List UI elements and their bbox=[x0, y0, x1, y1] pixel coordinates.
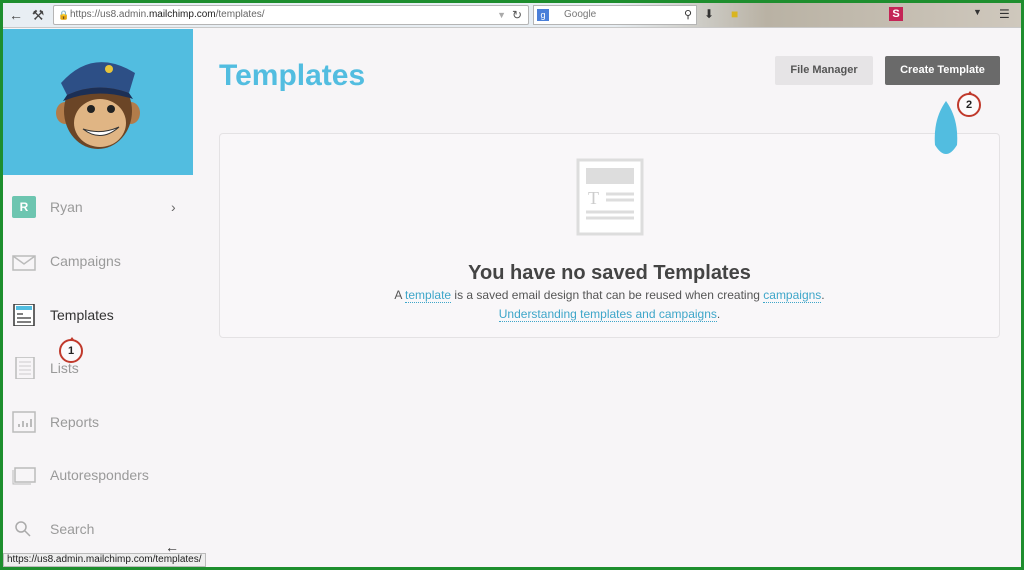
sidebar-item-lists[interactable]: Lists bbox=[3, 348, 193, 388]
lock-icon: 🔒 bbox=[58, 10, 70, 20]
template-link[interactable]: template bbox=[405, 288, 452, 303]
chevron-right-icon: › bbox=[171, 199, 176, 215]
reports-icon bbox=[12, 411, 36, 433]
sidebar-item-templates[interactable]: Templates bbox=[3, 295, 193, 335]
address-bar[interactable]: 🔒 https://us8.admin.mailchimp.com/templa… bbox=[53, 5, 529, 25]
wrench-icon[interactable]: ⚒ bbox=[29, 6, 47, 24]
campaigns-link[interactable]: campaigns bbox=[763, 288, 822, 303]
download-icon[interactable]: ⬇ bbox=[704, 7, 714, 21]
main-content: Templates File Manager Create Template T… bbox=[193, 29, 1021, 567]
help-line: Understanding templates and campaigns. bbox=[498, 307, 721, 322]
search-bar[interactable]: g Google ⚲ bbox=[533, 5, 697, 25]
status-bar: https://us8.admin.mailchimp.com/template… bbox=[3, 553, 206, 567]
page-title: Templates bbox=[219, 59, 366, 92]
sidebar-item-autoresponders[interactable]: Autoresponders bbox=[3, 455, 193, 495]
avatar: R bbox=[12, 196, 36, 218]
sidebar-item-campaigns[interactable]: Campaigns bbox=[3, 241, 193, 281]
empty-state-card: T You have no saved Templates A template… bbox=[219, 133, 1000, 338]
template-icon bbox=[13, 304, 35, 326]
create-template-button[interactable]: Create Template bbox=[885, 56, 1000, 85]
sidebar: R Ryan › Campaigns Templates Lists Repor… bbox=[3, 29, 193, 567]
envelope-icon bbox=[12, 255, 36, 271]
note-icon[interactable]: ■ bbox=[731, 7, 738, 21]
step-marker-2: 2 bbox=[957, 91, 981, 117]
empty-description: A template is a saved email design that … bbox=[394, 288, 825, 303]
template-placeholder-icon: T bbox=[576, 158, 644, 236]
dropdown-icon[interactable]: ▼ bbox=[497, 6, 506, 24]
lists-icon bbox=[15, 357, 35, 379]
empty-heading: You have no saved Templates bbox=[468, 262, 751, 284]
browser-window: ← ⚒ 🔒 https://us8.admin.mailchimp.com/te… bbox=[3, 3, 1021, 567]
mailchimp-logo[interactable] bbox=[3, 29, 193, 175]
sidebar-item-user[interactable]: R Ryan › bbox=[3, 187, 193, 227]
cursor-pointer-icon bbox=[934, 101, 958, 154]
search-icon bbox=[15, 521, 31, 537]
google-icon: g bbox=[537, 9, 549, 21]
menu-icon[interactable]: ☰ bbox=[999, 7, 1010, 21]
step-marker-1: 1 bbox=[59, 337, 83, 363]
autoresponder-icon bbox=[12, 467, 36, 485]
understanding-link[interactable]: Understanding templates and campaigns bbox=[498, 307, 717, 322]
file-manager-button[interactable]: File Manager bbox=[775, 56, 873, 85]
extension-s-icon[interactable]: S bbox=[889, 7, 903, 21]
freddie-monkey-icon bbox=[56, 62, 140, 149]
sidebar-item-reports[interactable]: Reports bbox=[3, 402, 193, 442]
reload-icon[interactable]: ↻ bbox=[512, 6, 522, 24]
back-arrow-icon[interactable]: ← bbox=[7, 6, 25, 24]
search-icon[interactable]: ⚲ bbox=[684, 6, 692, 24]
svg-text:T: T bbox=[588, 188, 599, 208]
dropdown-icon[interactable]: ▼ bbox=[973, 7, 982, 17]
browser-toolbar: ← ⚒ 🔒 https://us8.admin.mailchimp.com/te… bbox=[3, 3, 1021, 28]
